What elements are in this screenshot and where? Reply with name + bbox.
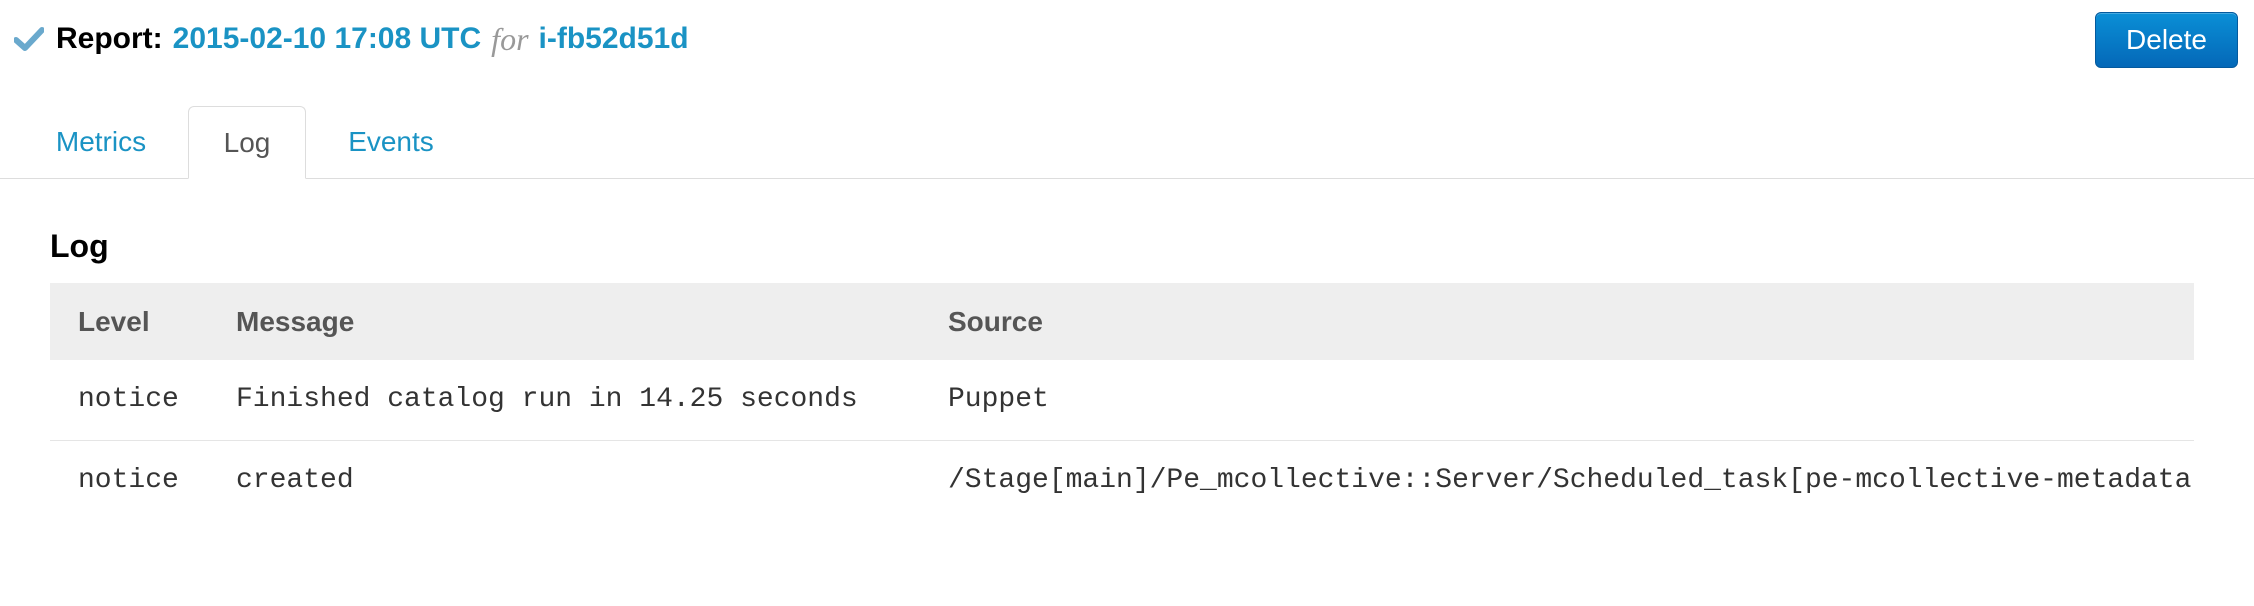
tab-log[interactable]: Log <box>188 106 306 179</box>
column-header-message: Message <box>208 283 920 360</box>
column-header-source: Source <box>920 283 2194 360</box>
node-link[interactable]: i-fb52d51d <box>539 22 689 56</box>
table-row: notice created /Stage[main]/Pe_mcollecti… <box>50 440 2194 520</box>
delete-button[interactable]: Delete <box>2095 12 2238 68</box>
for-text: for <box>491 20 529 57</box>
table-row: notice Finished catalog run in 14.25 sec… <box>50 360 2194 441</box>
log-section-title: Log <box>50 228 109 264</box>
log-source-cell: Puppet <box>920 360 2194 441</box>
log-message-cell: created <box>236 464 354 496</box>
column-header-level: Level <box>50 283 208 360</box>
log-message-cell: Finished catalog run in 14.25 seconds <box>208 360 920 441</box>
tab-bar: Metrics Log Events <box>0 106 2254 179</box>
log-table: Level Message Source notice Finished cat… <box>50 283 2194 520</box>
report-label: Report: <box>56 22 163 55</box>
tab-metrics[interactable]: Metrics <box>30 106 172 178</box>
check-icon <box>13 26 45 52</box>
report-timestamp-link[interactable]: 2015-02-10 17:08 UTC <box>173 22 482 56</box>
log-level-cell: notice <box>50 360 208 441</box>
log-table-container: Level Message Source notice Finished cat… <box>50 283 2194 520</box>
log-source-cell: /Stage[main]/Pe_mcollective::Server/Sche… <box>948 464 2194 496</box>
log-level-cell: notice <box>78 464 179 496</box>
report-header: Report: 2015-02-10 17:08 UTC for i-fb52d… <box>13 14 689 64</box>
table-header-row: Level Message Source <box>50 283 2194 360</box>
tab-events[interactable]: Events <box>320 106 462 178</box>
